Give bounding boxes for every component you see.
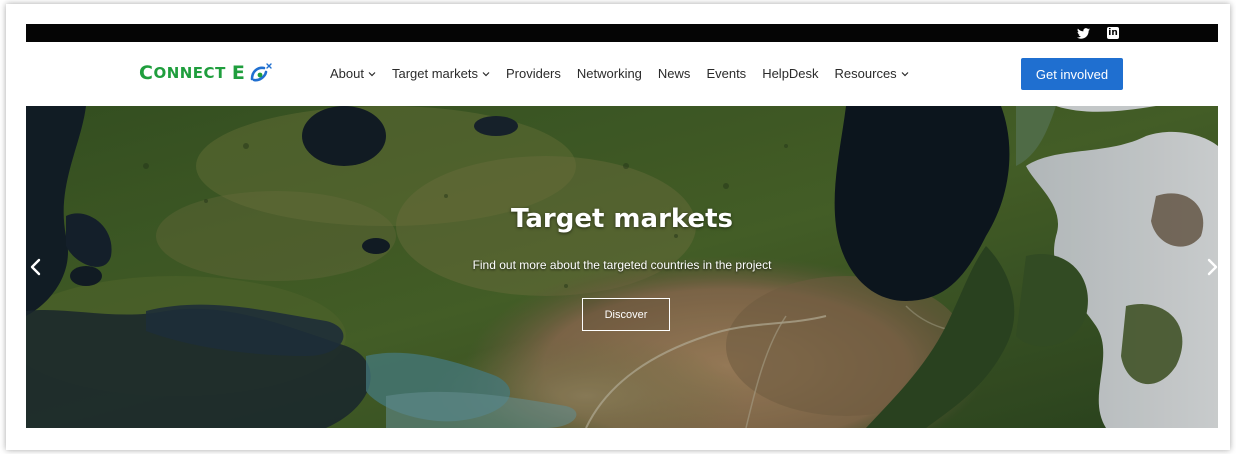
menu-label: Providers [505,66,561,81]
connect-eo-logo[interactable]: C ONNECT E [139,62,275,84]
menu-item-networking[interactable]: Networking [569,66,650,81]
chevron-down-icon [368,71,376,76]
discover-button[interactable]: Discover [582,298,670,331]
primary-menu: About Target markets Providers Networkin… [322,66,917,81]
top-utility-bar: in [26,24,1218,42]
menu-label: HelpDesk [762,66,819,81]
menu-label: Target markets [391,66,478,81]
eo-globe-icon [249,62,275,84]
menu-label: Networking [576,66,642,81]
social-links: in [1076,24,1120,42]
menu-item-about[interactable]: About [322,66,384,81]
hero-carousel: Target markets Find out more about the t… [26,106,1218,428]
chevron-down-icon [901,71,909,76]
main-navbar: C ONNECT E About Target markets Providers… [26,42,1218,106]
menu-item-providers[interactable]: Providers [498,66,569,81]
get-involved-button[interactable]: Get involved [1021,58,1123,90]
menu-item-helpdesk[interactable]: HelpDesk [754,66,826,81]
menu-label: Resources [834,66,897,81]
menu-item-resources[interactable]: Resources [827,66,917,81]
linkedin-glyph: in [1107,27,1119,39]
twitter-icon[interactable] [1076,26,1090,40]
logo-word: ONNECT [153,64,226,82]
hero-subtitle: Find out more about the targeted countri… [472,258,772,272]
menu-item-target-markets[interactable]: Target markets [384,66,498,81]
chevron-down-icon [482,71,490,76]
logo-initial: C [139,62,154,84]
logo-e: E [231,62,246,84]
chevron-right-icon[interactable] [1204,258,1218,276]
menu-item-news[interactable]: News [650,66,699,81]
menu-label: Events [706,66,747,81]
chevron-left-icon[interactable] [28,258,44,276]
menu-item-events[interactable]: Events [698,66,754,81]
linkedin-icon[interactable]: in [1106,26,1120,40]
menu-label: About [330,66,364,81]
hero-title: Target markets [510,204,734,234]
menu-label: News [657,66,691,81]
